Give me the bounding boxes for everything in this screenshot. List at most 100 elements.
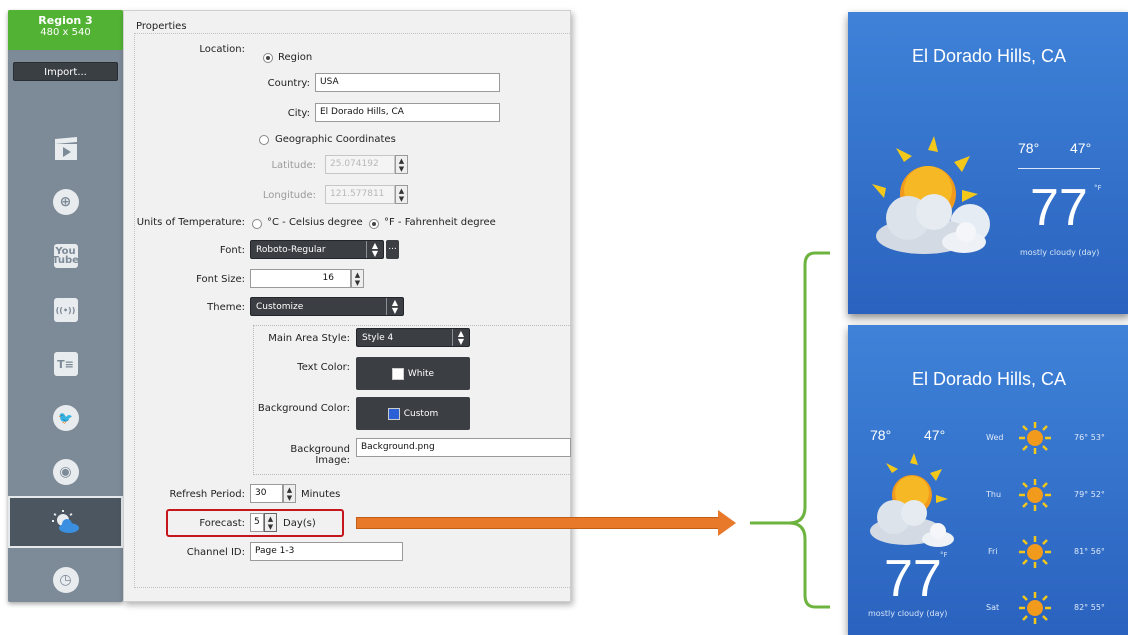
main-area-style-select[interactable]: Style 4 ▲ ▼ [356,328,470,347]
theme-label: Theme: [207,302,245,313]
sun-icon [1019,479,1051,511]
background-color-swatch [387,407,400,420]
chevron-updown-icon: ▲ ▼ [452,329,469,346]
theme-select[interactable]: Customize ▲ ▼ [250,297,404,316]
forecast-unit-label: Day(s) [283,518,316,529]
chevron-updown-icon: ▲ ▼ [366,241,383,258]
weather-current-temp: 77 [1030,179,1088,237]
channel-id-label: Channel ID: [186,547,245,558]
forecast-day: Fri [988,547,998,556]
country-label: Country: [267,78,310,89]
refresh-unit-label: Minutes [301,489,341,500]
main-area-style-value: Style 4 [362,333,394,343]
clock-icon: ◷ [52,567,79,593]
weather-high: 78° [870,427,892,443]
font-size-spinner[interactable]: ▲ ▼ [351,269,364,288]
sidebar-item-youtube[interactable]: You Tube [8,232,123,280]
weather-unit: °F [1094,184,1102,192]
refresh-period-input[interactable]: 30 [250,484,283,503]
channel-id-input[interactable]: Page 1-3 [250,542,403,561]
text-color-label: Text Color: [297,362,350,373]
units-label: Units of Temperature: [136,217,245,228]
background-color-label: Background Color: [257,403,350,414]
weather-city: El Dorado Hills, CA [911,369,1067,389]
forecast-day: Sat [986,603,1000,612]
background-image-label: Background Image: [290,444,350,466]
sidebar-item-rss[interactable]: ◉ [8,448,123,496]
refresh-period-spinner[interactable]: ▲ ▼ [283,484,296,503]
rss-icon: ◉ [52,459,79,485]
weather-divider [1018,168,1100,169]
panel-title: Properties [136,21,187,32]
celsius-radio[interactable] [252,219,262,229]
region-radio[interactable] [263,53,273,63]
longitude-input[interactable]: 121.577811 [325,185,395,204]
text-color-swatch [391,367,404,380]
youtube-icon: You Tube [52,244,79,268]
region-option-label: Region [278,52,313,63]
sun-icon [1019,592,1051,624]
text-icon: T≡ [53,352,78,376]
country-input[interactable]: USA [315,73,500,92]
text-color-button[interactable]: White [356,357,470,390]
forecast-day: Thu [986,490,1002,499]
region-header[interactable]: Region 3 480 x 540 [8,10,123,50]
geo-option-label: Geographic Coordinates [275,134,396,145]
broadcast-icon: ((•)) [53,298,78,322]
font-select-value: Roboto-Regular [256,245,326,255]
weather-high: 78° [1018,140,1040,156]
background-color-value: Custom [403,408,439,419]
weather-condition: mostly cloudy (day) [868,609,948,618]
callout-arrow [356,517,720,529]
sidebar-item-clock[interactable]: ◷ [8,556,123,602]
main-area-style-label: Main Area Style: [268,333,350,344]
region-size: 480 x 540 [40,27,91,38]
bracket-shape [750,251,830,609]
city-label: City: [287,108,310,119]
fahrenheit-radio[interactable] [369,219,379,229]
chevron-updown-icon: ▲ ▼ [386,298,403,315]
region-title: Region 3 [38,14,93,27]
globe-icon: ⊕ [52,189,79,215]
weather-condition: mostly cloudy (day) [1020,248,1100,257]
celsius-label: °C - Celsius degree [267,217,363,228]
theme-select-value: Customize [256,302,304,312]
background-image-input[interactable]: Background.png [356,438,571,457]
latitude-input[interactable]: 25.074192 [325,155,395,174]
city-input[interactable]: El Dorado Hills, CA [315,103,500,122]
sun-icon [1019,422,1051,454]
widget-sidebar: Region 3 480 x 540 Import... ⊕ You Tube … [8,10,123,602]
import-button[interactable]: Import... [13,62,118,81]
refresh-period-label: Refresh Period: [169,489,246,500]
weather-unit: °F [940,551,948,559]
fahrenheit-label: °F - Fahrenheit degree [384,217,496,228]
forecast-temps: 76° 53° [1074,433,1105,442]
forecast-input[interactable]: 5 [250,513,264,532]
weather-city: El Dorado Hills, CA [911,46,1067,66]
screenshot-root: Region 3 480 x 540 Import... ⊕ You Tube … [0,0,1128,635]
partly-cloudy-icon [872,136,990,254]
sidebar-item-video[interactable] [8,124,123,172]
sun-icon [1019,536,1051,568]
sidebar-item-twitter[interactable]: 🐦 [8,394,123,442]
sidebar-item-weather[interactable] [8,496,123,548]
sidebar-item-text[interactable]: T≡ [8,340,123,388]
font-size-label: Font Size: [196,274,245,285]
twitter-icon: 🐦 [52,405,79,431]
sidebar-item-web[interactable]: ⊕ [8,178,123,226]
sidebar-item-broadcast[interactable]: ((•)) [8,286,123,334]
forecast-spinner[interactable]: ▲ ▼ [264,513,277,532]
background-color-button[interactable]: Custom [356,397,470,430]
weather-preview-current: El Dorado Hills, CA 78° 47° 77 °F mostly… [848,12,1128,314]
forecast-temps: 82° 55° [1074,603,1105,612]
callout-arrow-head [718,510,736,536]
longitude-label: Longitude: [262,190,316,201]
longitude-spinner[interactable]: ▲ ▼ [395,185,408,204]
font-select[interactable]: Roboto-Regular ▲ ▼ [250,240,384,259]
font-browse-button[interactable]: ... [386,240,399,259]
font-size-input[interactable]: 16 [250,269,351,288]
forecast-temps: 79° 52° [1074,490,1105,499]
latitude-spinner[interactable]: ▲ ▼ [395,155,408,174]
text-color-value: White [407,368,435,379]
geo-coordinates-radio[interactable] [259,135,269,145]
